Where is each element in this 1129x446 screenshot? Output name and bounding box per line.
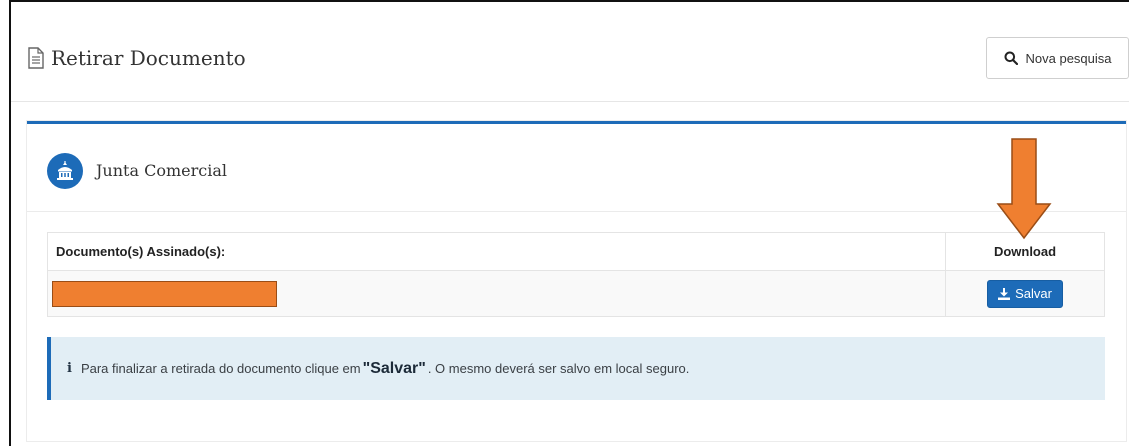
info-alert: i Para finalizar a retirada do documento… xyxy=(47,337,1105,400)
column-header-documents: Documento(s) Assinado(s): xyxy=(47,232,946,271)
org-name: Junta Comercial xyxy=(96,161,227,180)
redacted-document-name xyxy=(52,280,277,307)
info-text-before: Para finalizar a retirada do documento c… xyxy=(80,361,361,376)
new-search-button[interactable]: Nova pesquisa xyxy=(986,37,1129,79)
page-title: Retirar Documento xyxy=(27,46,246,70)
download-cell: Salvar xyxy=(945,270,1105,317)
page-title-text: Retirar Documento xyxy=(51,46,246,70)
arrow-down-annotation xyxy=(996,138,1052,240)
save-button[interactable]: Salvar xyxy=(987,279,1063,308)
page-header: Retirar Documento Nova pesquisa xyxy=(11,2,1129,102)
panel-header: Junta Comercial xyxy=(27,124,1126,212)
save-button-label: Salvar xyxy=(1015,286,1052,301)
info-text-after: . O mesmo deverá ser salvo em local segu… xyxy=(427,361,690,376)
download-icon xyxy=(998,287,1011,300)
new-search-label: Nova pesquisa xyxy=(1025,50,1112,66)
search-icon xyxy=(1004,51,1018,65)
signed-documents-table: Documento(s) Assinado(s): Download Salva… xyxy=(47,232,1105,317)
document-icon xyxy=(28,47,44,69)
table-row: Salvar xyxy=(47,270,1105,317)
junta-comercial-panel: Junta Comercial Documento(s) Assinado(s)… xyxy=(27,121,1126,441)
building-icon xyxy=(47,153,83,189)
info-text-emphasis: "Salvar" xyxy=(362,359,426,377)
table-header-row: Documento(s) Assinado(s): Download xyxy=(47,232,1105,271)
document-cell xyxy=(47,270,946,317)
info-icon: i xyxy=(67,361,72,376)
